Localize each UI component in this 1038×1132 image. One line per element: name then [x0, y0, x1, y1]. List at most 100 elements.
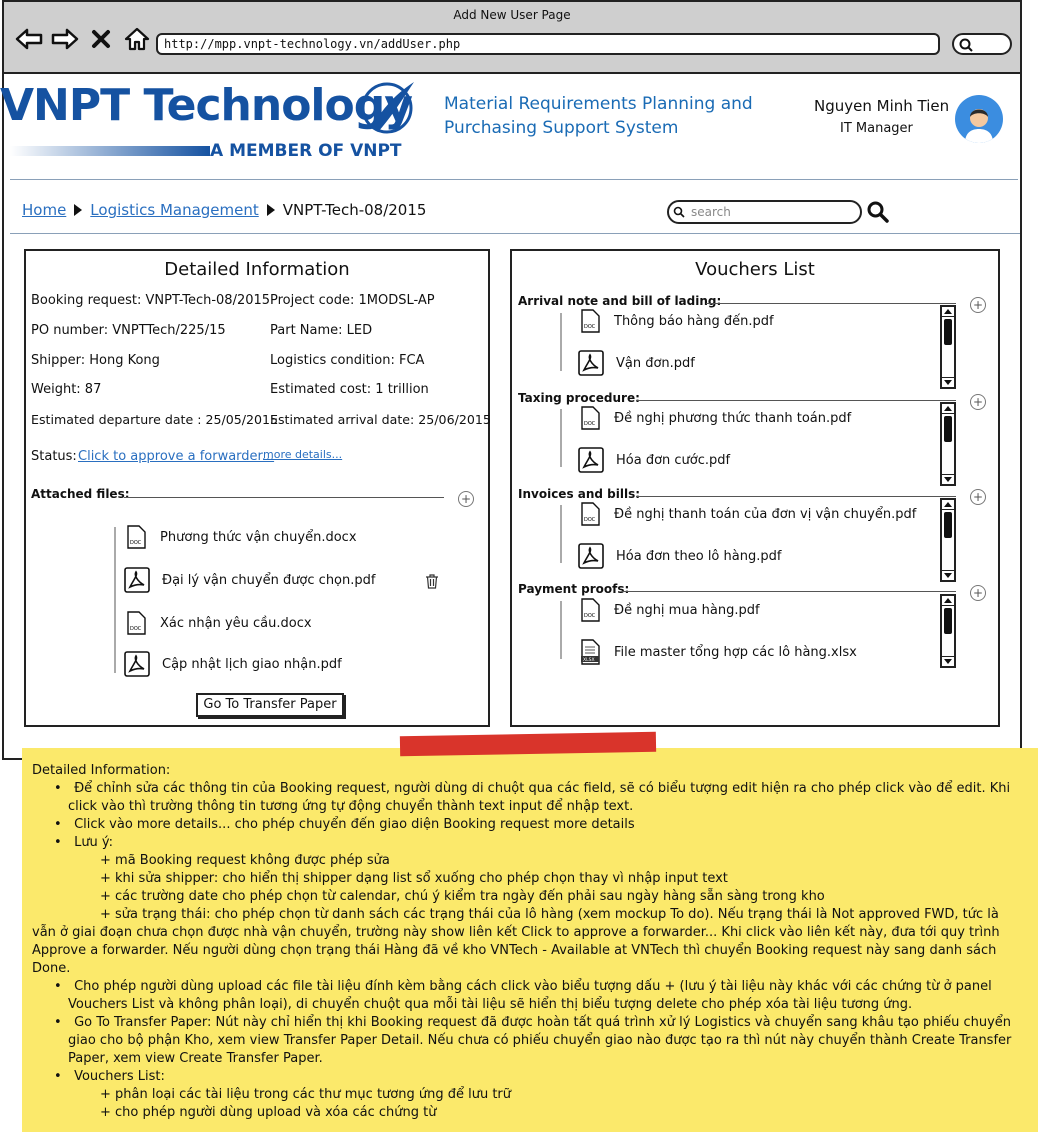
voucher-file-name: Đề nghị mua hàng.pdf	[614, 602, 760, 618]
attached-files-label: Attached files:	[31, 487, 130, 501]
trash-icon[interactable]	[424, 573, 440, 589]
pdf-icon	[124, 567, 150, 593]
po-number-field[interactable]: PO number: VNPTTech/225/15	[31, 323, 226, 338]
detail-panel: Detailed Information Booking request: VN…	[24, 249, 491, 727]
add-voucher-icon[interactable]: +	[970, 394, 986, 410]
voucher-file-name: Đề nghị thanh toán của đơn vị vận chuyển…	[614, 506, 917, 522]
system-title-line1: Material Requirements Planning and	[444, 94, 753, 114]
vnpt-logo-icon	[361, 82, 414, 134]
breadcrumb-logistics[interactable]: Logistics Management	[90, 201, 258, 219]
arrival-date-field[interactable]: Estimated arrival date: 25/06/2015	[270, 412, 491, 427]
voucher-group-rule	[636, 400, 956, 401]
logo-tagline: A MEMBER OF VNPT	[210, 141, 402, 161]
back-arrow-icon[interactable]	[14, 24, 44, 54]
voucher-scrollbar[interactable]	[940, 402, 956, 486]
user-avatar-icon	[965, 109, 993, 143]
voucher-file-item[interactable]: Hóa đơn theo lô hàng.pdf	[578, 543, 781, 569]
attached-file-item[interactable]: Đại lý vận chuyển được chọn.pdf	[124, 567, 375, 593]
attached-file-item[interactable]: Cập nhật lịch giao nhận.pdf	[124, 651, 342, 677]
browser-search-field[interactable]	[952, 33, 1012, 55]
svg-text:DOC: DOC	[584, 517, 596, 523]
svg-text:DOC: DOC	[130, 626, 142, 632]
url-bar[interactable]: http://mpp.vnpt-technology.vn/addUser.ph…	[156, 33, 940, 55]
file-tree-line	[560, 409, 562, 467]
voucher-group-rule	[636, 496, 956, 497]
svg-text:DOC: DOC	[584, 613, 596, 619]
note-body: Detailed Information: • Để chỉnh sửa các…	[32, 762, 1022, 1122]
search-button-icon[interactable]	[866, 200, 890, 224]
system-title-line2: Purchasing Support System	[444, 118, 679, 138]
header-divider	[10, 179, 1018, 180]
add-voucher-icon[interactable]: +	[970, 585, 986, 601]
search-icon	[959, 38, 973, 52]
note-bullet: • Để chỉnh sửa các thông tin của Booking…	[54, 781, 1011, 814]
search-placeholder: search	[691, 205, 731, 219]
approve-forwarder-link[interactable]: Click to approve a forwarder...	[78, 449, 274, 464]
note-bullet: • Click vào more details... cho phép chu…	[54, 817, 635, 832]
attached-file-name: Xác nhận yêu cầu.docx	[160, 615, 312, 631]
file-tree-line	[560, 313, 562, 371]
more-details-link[interactable]: more details...	[263, 448, 342, 461]
logistics-condition-field[interactable]: Logistics condition: FCA	[270, 353, 424, 368]
close-icon[interactable]	[86, 24, 116, 54]
departure-date-field[interactable]: Estimated departure date : 25/05/2015	[31, 412, 278, 427]
doc-icon: DOC	[581, 309, 600, 333]
part-name-field[interactable]: Part Name: LED	[270, 323, 372, 338]
project-code-field[interactable]: Project code: 1MODSL-AP	[270, 293, 435, 308]
attached-file-name: Cập nhật lịch giao nhận.pdf	[162, 656, 342, 672]
attached-file-item[interactable]: DOC Xác nhận yêu cầu.docx	[124, 611, 312, 635]
breadcrumb-home[interactable]: Home	[22, 201, 66, 219]
attached-file-item[interactable]: DOC Phương thức vận chuyển.docx	[124, 525, 357, 549]
voucher-file-name: Hóa đơn theo lô hàng.pdf	[616, 548, 782, 564]
add-voucher-icon[interactable]: +	[970, 297, 986, 313]
file-tree-line	[114, 527, 116, 673]
pdf-icon	[124, 651, 150, 677]
voucher-file-name: Thông báo hàng đến.pdf	[614, 313, 774, 329]
svg-text:DOC: DOC	[584, 324, 596, 330]
breadcrumb-divider	[10, 233, 1020, 234]
voucher-file-item[interactable]: Vận đơn.pdf	[578, 350, 695, 376]
voucher-scrollbar[interactable]	[940, 498, 956, 582]
note-continuation: vẫn ở giai đoạn chưa chọn được nhà vận c…	[32, 925, 1000, 976]
pdf-icon	[578, 350, 604, 376]
add-voucher-icon[interactable]: +	[970, 489, 986, 505]
voucher-file-item[interactable]: XLSX File master tổng hợp các lô hàng.xl…	[578, 639, 857, 665]
note-sub-item: + cho phép người dùng upload và xóa các …	[100, 1105, 437, 1120]
go-to-transfer-paper-button[interactable]: Go To Transfer Paper	[196, 693, 344, 717]
user-role: IT Manager	[840, 121, 913, 136]
booking-request-field[interactable]: Booking request: VNPT-Tech-08/2015	[31, 293, 270, 308]
voucher-file-item[interactable]: Hóa đơn cước.pdf	[578, 447, 730, 473]
doc-icon: DOC	[581, 406, 600, 430]
voucher-file-item[interactable]: DOC Đề nghị thanh toán của đơn vị vận ch…	[578, 502, 916, 526]
voucher-file-item[interactable]: DOC Đề nghị mua hàng.pdf	[578, 598, 760, 622]
weight-field[interactable]: Weight: 87	[31, 382, 101, 397]
file-tree-line	[560, 601, 562, 659]
svg-text:XLSX: XLSX	[583, 657, 595, 663]
svg-text:DOC: DOC	[130, 540, 142, 546]
voucher-scrollbar[interactable]	[940, 594, 956, 668]
vouchers-panel: Vouchers List Arrival note and bill of l…	[510, 249, 1000, 727]
doc-icon: DOC	[127, 611, 146, 635]
breadcrumb-current: VNPT-Tech-08/2015	[282, 201, 427, 219]
note-sub-item: + phân loại các tài liệu trong các thư m…	[100, 1087, 512, 1102]
breadcrumb-separator-icon	[266, 204, 275, 216]
shipper-field[interactable]: Shipper: Hong Kong	[31, 353, 160, 368]
search-input[interactable]: search	[667, 200, 862, 224]
detail-panel-title: Detailed Information	[164, 259, 350, 280]
company-logo: VNPT Technology	[0, 80, 413, 131]
avatar[interactable]	[955, 95, 1003, 143]
voucher-scrollbar[interactable]	[940, 305, 956, 389]
voucher-group-label: Arrival note and bill of lading:	[518, 294, 722, 308]
attached-files-rule	[124, 497, 444, 498]
doc-icon: DOC	[581, 502, 600, 526]
note-sub-item: + các trường date cho phép chọn từ calen…	[100, 889, 825, 904]
forward-arrow-icon[interactable]	[50, 24, 80, 54]
voucher-file-name: Hóa đơn cước.pdf	[616, 452, 731, 468]
add-attachment-icon[interactable]: +	[458, 491, 474, 507]
estimated-cost-field[interactable]: Estimated cost: 1 trillion	[270, 382, 429, 397]
breadcrumb-separator-icon	[74, 204, 83, 216]
status-label: Status:	[31, 449, 77, 464]
home-icon[interactable]	[122, 24, 152, 54]
voucher-file-item[interactable]: DOC Đề nghị phương thức thanh toán.pdf	[578, 406, 851, 430]
voucher-file-item[interactable]: DOC Thông báo hàng đến.pdf	[578, 309, 774, 333]
